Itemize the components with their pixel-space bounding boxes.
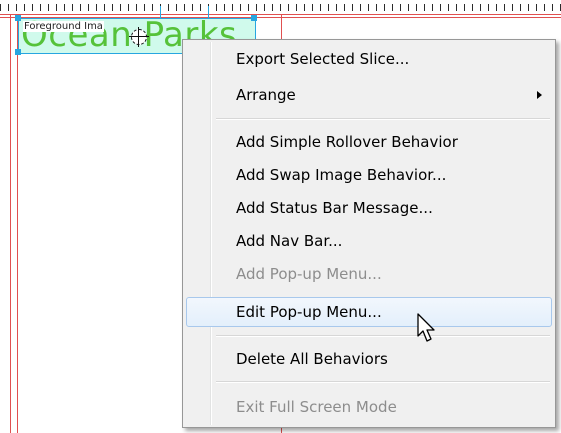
menu-item-arrange[interactable]: Arrange [186, 80, 552, 110]
menu-separator [216, 118, 550, 120]
mouse-pointer-icon [417, 313, 435, 342]
menu-item-add-popup-menu: Add Pop-up Menu... [236, 265, 382, 283]
submenu-arrow-icon [537, 91, 542, 99]
slice-label: Foreground Ima [23, 21, 104, 32]
guide-vertical-left[interactable] [10, 14, 11, 433]
menu-item-add-simple-rollover-behavior[interactable]: Add Simple Rollover Behavior [186, 127, 552, 157]
resize-handle-top-left[interactable] [15, 15, 21, 21]
menu-item-export-selected-slice[interactable]: Export Selected Slice... [186, 44, 552, 74]
guide-vertical-left-2[interactable] [17, 14, 18, 433]
menu-item-add-nav-bar[interactable]: Add Nav Bar... [186, 226, 552, 256]
menu-item-exit-full-screen-mode: Exit Full Screen Mode [236, 398, 397, 416]
slice-guide-line-2 [208, 6, 209, 18]
slice-guide-line [160, 6, 161, 18]
menu-item-edit-popup-menu[interactable]: Edit Pop-up Menu... [186, 297, 552, 327]
menu-item-delete-all-behaviors[interactable]: Delete All Behaviors [186, 344, 552, 374]
crosshair-icon[interactable] [129, 27, 149, 47]
menu-item-arrange-label: Arrange [236, 86, 296, 104]
resize-handle-bottom-left[interactable] [15, 49, 21, 55]
ruler [0, 0, 561, 14]
resize-handle-top-right[interactable] [251, 15, 257, 21]
context-menu: Export Selected Slice... Arrange Add Sim… [182, 39, 556, 428]
menu-separator [216, 381, 550, 383]
menu-separator [216, 335, 550, 337]
menu-item-add-status-bar-message[interactable]: Add Status Bar Message... [186, 193, 552, 223]
menu-item-add-swap-image-behavior[interactable]: Add Swap Image Behavior... [186, 160, 552, 190]
